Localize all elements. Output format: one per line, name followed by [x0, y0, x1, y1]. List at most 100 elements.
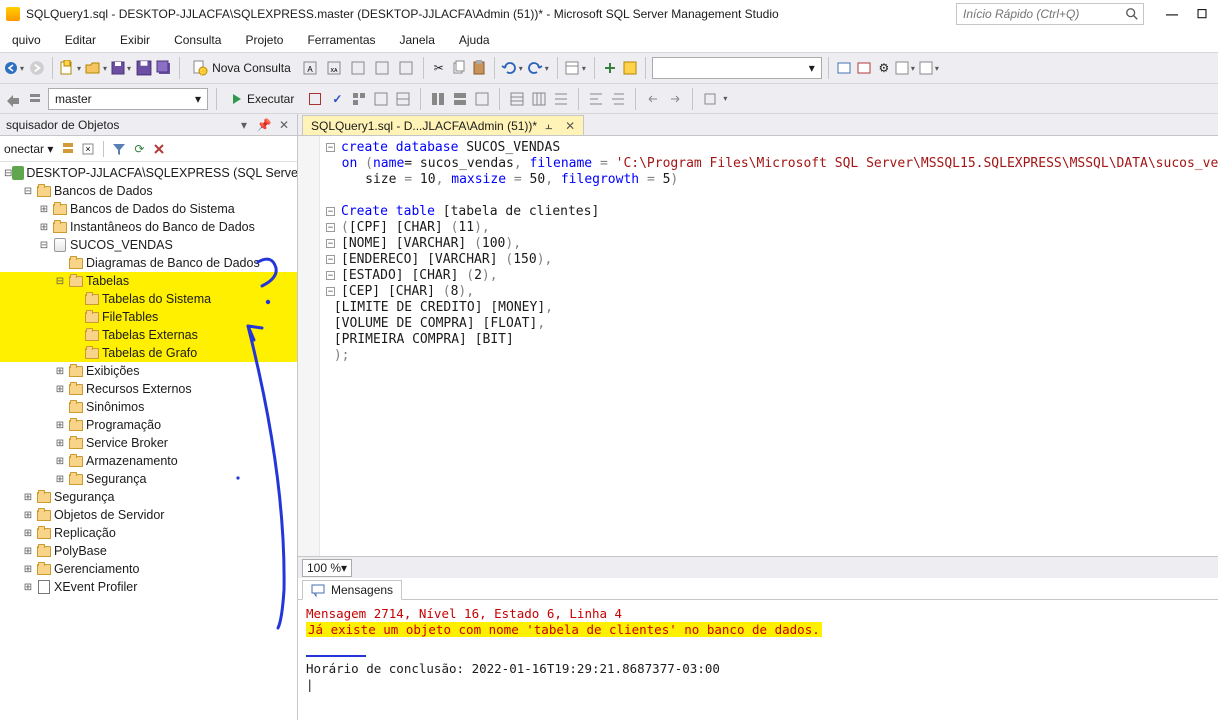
- tree-item[interactable]: ⊞Service Broker: [0, 434, 297, 452]
- connect-label[interactable]: onectar ▾: [4, 142, 53, 156]
- menu-item[interactable]: Exibir: [110, 30, 160, 50]
- tb-icon[interactable]: [609, 90, 627, 108]
- menu-item[interactable]: Consulta: [164, 30, 231, 50]
- tb-icon[interactable]: [666, 90, 684, 108]
- tree-item[interactable]: Tabelas de Grafo: [0, 344, 297, 362]
- settings-icon[interactable]: ⚙: [875, 59, 893, 77]
- menu-item[interactable]: Editar: [55, 30, 106, 50]
- tb-icon[interactable]: [587, 90, 605, 108]
- panel-dd-icon[interactable]: ▾: [237, 118, 251, 132]
- pin-icon[interactable]: ⫠: [545, 118, 557, 133]
- tb-icon[interactable]: [508, 90, 526, 108]
- tb-icon[interactable]: [701, 90, 719, 108]
- tree-item[interactable]: Tabelas Externas: [0, 326, 297, 344]
- save-all-button[interactable]: [155, 59, 173, 77]
- tb-icon[interactable]: [835, 59, 853, 77]
- copy-icon[interactable]: [450, 59, 468, 77]
- tb-icon[interactable]: [855, 59, 873, 77]
- forward-button[interactable]: [28, 59, 46, 77]
- tree-item[interactable]: ⊞Gerenciamento: [0, 560, 297, 578]
- new-query-dd[interactable]: ▾: [59, 60, 83, 76]
- tb-icon[interactable]: [394, 90, 412, 108]
- save-dd[interactable]: ▾: [111, 61, 133, 75]
- tb-icon[interactable]: [347, 59, 369, 77]
- pin-icon[interactable]: 📌: [257, 118, 271, 132]
- back-button[interactable]: ▾: [4, 61, 26, 75]
- parse-button[interactable]: ✓: [328, 90, 346, 108]
- tree-item[interactable]: ⊞Segurança: [0, 470, 297, 488]
- editor-tab[interactable]: SQLQuery1.sql - D...JLACFA\Admin (51))* …: [302, 115, 584, 135]
- menu-item[interactable]: Projeto: [235, 30, 293, 50]
- nova-consulta-button[interactable]: ⚡ Nova Consulta: [186, 58, 297, 78]
- maximize-button[interactable]: ☐: [1196, 8, 1208, 20]
- tree-item[interactable]: Tabelas do Sistema: [0, 290, 297, 308]
- tree-server[interactable]: ⊟DESKTOP-JJLACFA\SQLEXPRESS (SQL Server …: [0, 164, 297, 182]
- quick-launch[interactable]: [956, 3, 1144, 25]
- tb-icon[interactable]: [372, 90, 390, 108]
- tb-icon[interactable]: [644, 90, 662, 108]
- zoom-select[interactable]: 100 % ▾: [302, 559, 352, 577]
- tb-icon[interactable]: [350, 90, 368, 108]
- tree-item[interactable]: ⊞Exibições: [0, 362, 297, 380]
- stop-button[interactable]: [306, 90, 324, 108]
- tree-item[interactable]: ⊞Programação: [0, 416, 297, 434]
- menu-item[interactable]: Ferramentas: [297, 30, 385, 50]
- undo-dd[interactable]: ▾: [501, 61, 525, 75]
- tree-item[interactable]: ⊞Segurança: [0, 488, 297, 506]
- tree-item[interactable]: ⊞Instantâneos do Banco de Dados: [0, 218, 297, 236]
- tb-dd[interactable]: ▾: [919, 61, 941, 75]
- paste-icon[interactable]: [470, 59, 488, 77]
- tree-item-tabelas[interactable]: ⊟Tabelas: [0, 272, 297, 290]
- tb-icon[interactable]: [473, 90, 491, 108]
- tb-dd[interactable]: ▾: [895, 61, 917, 75]
- tb-icon[interactable]: A: [299, 59, 321, 77]
- tb-icon[interactable]: [26, 90, 44, 108]
- tb-dd[interactable]: ▾: [564, 60, 588, 76]
- cut-icon[interactable]: ✂: [430, 59, 448, 77]
- tb-icon[interactable]: [371, 59, 393, 77]
- tree-item[interactable]: ⊞Recursos Externos: [0, 380, 297, 398]
- database-combo[interactable]: master ▾: [48, 88, 208, 110]
- open-dd[interactable]: ▾: [85, 60, 109, 76]
- tree-item[interactable]: ⊞Bancos de Dados do Sistema: [0, 200, 297, 218]
- menu-item[interactable]: Janela: [390, 30, 445, 50]
- tree-item[interactable]: ⊟Bancos de Dados: [0, 182, 297, 200]
- tree[interactable]: ⊟DESKTOP-JJLACFA\SQLEXPRESS (SQL Server …: [0, 162, 297, 720]
- close-icon[interactable]: ✕: [565, 119, 575, 133]
- menu-item[interactable]: quivo: [2, 30, 51, 50]
- tb-icon[interactable]: [621, 59, 639, 77]
- tb-icon[interactable]: [552, 90, 570, 108]
- tb-icon[interactable]: [150, 140, 168, 158]
- tb-icon[interactable]: [530, 90, 548, 108]
- tb-icon[interactable]: [601, 59, 619, 77]
- tb-icon[interactable]: xᴀ: [323, 59, 345, 77]
- tb-icon[interactable]: [451, 90, 469, 108]
- executar-button[interactable]: Executar: [225, 90, 302, 108]
- tree-item[interactable]: ⊞Armazenamento: [0, 452, 297, 470]
- tree-item[interactable]: FileTables: [0, 308, 297, 326]
- tb-icon[interactable]: [59, 140, 77, 158]
- redo-dd[interactable]: ▾: [527, 61, 551, 75]
- tb-icon[interactable]: [4, 90, 22, 108]
- tree-item[interactable]: Diagramas de Banco de Dados: [0, 254, 297, 272]
- tree-item[interactable]: ⊞PolyBase: [0, 542, 297, 560]
- tb-icon[interactable]: [429, 90, 447, 108]
- close-icon[interactable]: ✕: [277, 118, 291, 132]
- tree-item[interactable]: ⊞Objetos de Servidor: [0, 506, 297, 524]
- minimize-button[interactable]: —: [1166, 8, 1178, 20]
- tree-item[interactable]: ⊟SUCOS_VENDAS: [0, 236, 297, 254]
- tb-icon[interactable]: [395, 59, 417, 77]
- refresh-icon[interactable]: ⟳: [130, 140, 148, 158]
- save-button[interactable]: [135, 59, 153, 77]
- quick-launch-input[interactable]: [961, 6, 1121, 22]
- code-editor[interactable]: −create database SUCOS_VENDAS on (name= …: [298, 136, 1218, 556]
- tree-item[interactable]: ⊞XEvent Profiler: [0, 578, 297, 596]
- tree-item[interactable]: ⊞Replicação: [0, 524, 297, 542]
- messages-panel[interactable]: Mensagem 2714, Nível 16, Estado 6, Linha…: [298, 600, 1218, 720]
- tb-icon[interactable]: ×: [79, 140, 97, 158]
- menu-item[interactable]: Ajuda: [449, 30, 500, 50]
- find-combo[interactable]: ▾: [652, 57, 822, 79]
- results-tab-mensagens[interactable]: Mensagens: [302, 580, 402, 600]
- filter-icon[interactable]: [110, 140, 128, 158]
- tree-item[interactable]: Sinônimos: [0, 398, 297, 416]
